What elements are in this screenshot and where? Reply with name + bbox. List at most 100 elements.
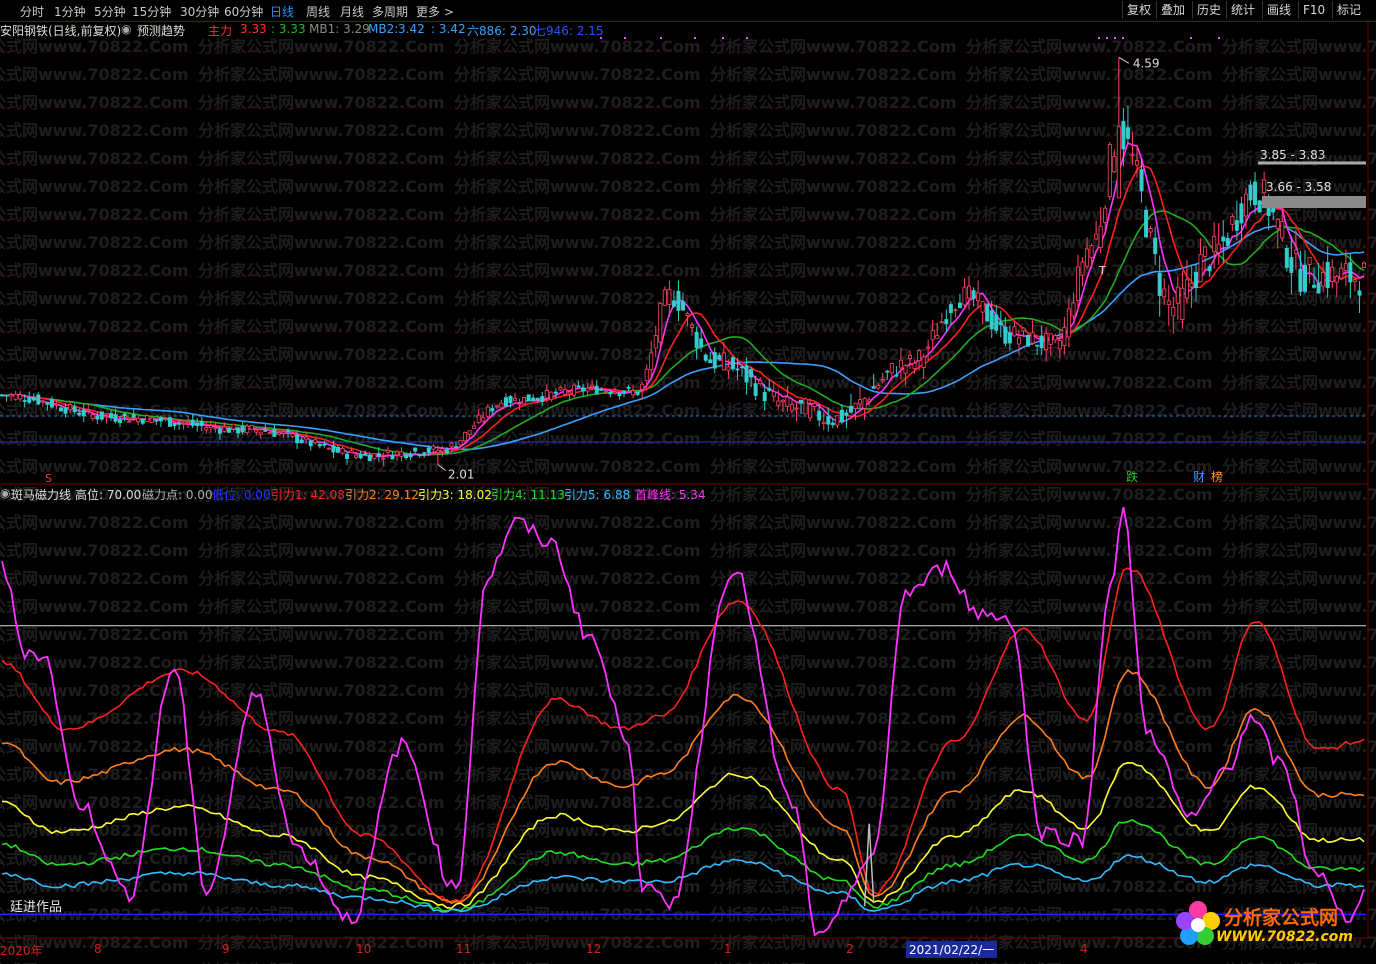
- candle-body: [9, 394, 14, 397]
- toolbar-button-3[interactable]: 统计: [1226, 1, 1259, 19]
- candle-body: [245, 425, 250, 434]
- svg-text:分析家公式网www.70822.Com: 分析家公式网www.70822.Com: [966, 121, 1213, 140]
- candle-body: [1075, 266, 1080, 301]
- svg-text:分析家公式网www.70822.Com: 分析家公式网www.70822.Com: [710, 289, 957, 308]
- svg-text:分析家公式网www.70822.Com: 分析家公式网www.70822.Com: [710, 261, 957, 280]
- svg-text:分析家公式网www.70822.Com: 分析家公式网www.70822.Com: [454, 681, 701, 700]
- candle-body: [562, 389, 567, 395]
- candle-body: [762, 392, 767, 402]
- svg-text:分析家公式网www.70822.Com: 分析家公式网www.70822.Com: [1222, 485, 1376, 504]
- candle-body: [1212, 235, 1217, 253]
- svg-text:分析家公式网www.70822.Com: 分析家公式网www.70822.Com: [198, 625, 445, 644]
- timeframe-7[interactable]: 周线: [306, 3, 330, 20]
- candle-body: [817, 410, 822, 421]
- timeframe-3[interactable]: 15分钟: [132, 3, 171, 20]
- time-axis: 2021/02/22/一 2020年 8 9 10 11 12 1 2 4: [0, 940, 1376, 960]
- svg-text:分析家公式网www.70822.Com: 分析家公式网www.70822.Com: [710, 681, 957, 700]
- candle-body: [1121, 121, 1126, 150]
- svg-text:分析家公式网www.70822.Com: 分析家公式网www.70822.Com: [710, 429, 957, 448]
- svg-text:分析家公式网www.70822.Com: 分析家公式网www.70822.Com: [710, 233, 957, 252]
- candle-body: [1103, 207, 1108, 223]
- candle-body: [1007, 332, 1012, 344]
- svg-text:分析家公式网www.70822.Com: 分析家公式网www.70822.Com: [0, 429, 189, 448]
- candle-body: [376, 453, 381, 456]
- candle-body: [408, 454, 413, 458]
- svg-text:分析家公式网www.70822.Com: 分析家公式网www.70822.Com: [0, 513, 189, 532]
- candle-body: [935, 335, 940, 339]
- candle-body: [213, 427, 218, 430]
- candle-body: [558, 386, 563, 391]
- candle-body: [1194, 271, 1199, 289]
- timeframe-5[interactable]: 60分钟: [224, 3, 263, 20]
- timeframe-6[interactable]: 日线: [270, 3, 294, 20]
- time-axis-label: 10: [356, 942, 372, 956]
- candle-body: [286, 430, 291, 432]
- osc-name: 斑马磁力线: [11, 488, 72, 502]
- candle-body: [494, 405, 499, 408]
- candle-body: [1239, 203, 1244, 224]
- cili-value: 磁力点: 0.00: [142, 488, 213, 502]
- svg-text:分析家公式网www.70822.Com: 分析家公式网www.70822.Com: [454, 429, 701, 448]
- candle-body: [635, 391, 640, 396]
- predict-check-icon[interactable]: ◉: [121, 22, 131, 36]
- candle-body: [1352, 279, 1357, 282]
- toolbar-button-6[interactable]: 标记: [1332, 1, 1365, 19]
- toolbar: 分时 1分钟 5分钟 15分钟 30分钟 60分钟 日线 周线 月线 多周期 更多 > 复权 叠加 历史统…: [0, 0, 1376, 22]
- toolbar-button-0[interactable]: 复权: [1122, 1, 1155, 19]
- toolbar-button-1[interactable]: 叠加: [1156, 1, 1189, 19]
- candle-body: [681, 301, 686, 311]
- candle-body: [217, 428, 222, 434]
- yl2-value: 引力2: 29.12: [345, 488, 419, 502]
- candle-body: [599, 389, 604, 391]
- candle-body: [1339, 267, 1344, 279]
- candle-body: [908, 354, 913, 359]
- tag-s: S: [45, 472, 52, 485]
- candle-body: [413, 447, 418, 452]
- svg-text:分析家公式网www.70822.Com: 分析家公式网www.70822.Com: [1222, 345, 1376, 364]
- svg-text:分析家公式网www.70822.Com: 分析家公式网www.70822.Com: [966, 765, 1213, 784]
- svg-text:分析家公式网www.70822.Com: 分析家公式网www.70822.Com: [454, 65, 701, 84]
- candle-body: [526, 394, 531, 402]
- svg-text:分析家公式网www.70822.Com: 分析家公式网www.70822.Com: [710, 317, 957, 336]
- toolbar-button-2[interactable]: 历史: [1192, 1, 1225, 19]
- svg-text:分析家公式网www.70822.Com: 分析家公式网www.70822.Com: [966, 485, 1213, 504]
- candle-body: [1280, 221, 1285, 239]
- candle-body: [136, 417, 141, 423]
- timeframe-10[interactable]: 更多 >: [416, 3, 454, 20]
- candle-body: [167, 417, 172, 427]
- signal-dot: [1122, 37, 1124, 39]
- candle-body: [272, 429, 277, 437]
- osc-check-icon[interactable]: ◉: [0, 486, 10, 500]
- candle-body: [1207, 266, 1212, 272]
- time-axis-label: 9: [222, 942, 230, 956]
- timeframe-1[interactable]: 1分钟: [54, 3, 86, 20]
- candle-body: [49, 399, 54, 408]
- svg-text:分析家公式网www.70822.Com: 分析家公式网www.70822.Com: [0, 681, 189, 700]
- candle-body: [522, 397, 527, 405]
- svg-text:分析家公式网www.70822.Com: 分析家公式网www.70822.Com: [966, 177, 1213, 196]
- candle-body: [18, 394, 23, 400]
- toolbar-button-5[interactable]: F10: [1298, 1, 1329, 19]
- predict-trend-toggle[interactable]: 预测趋势: [137, 22, 185, 39]
- candle-body: [22, 400, 27, 402]
- timeframe-8[interactable]: 月线: [340, 3, 364, 20]
- stock-chart[interactable]: 分析家公式网www.70822.Com 分析家公式网www.70822.Com 分析…: [0, 0, 1376, 964]
- author-credit: 廷进作品: [10, 900, 63, 915]
- timeframe-2[interactable]: 5分钟: [94, 3, 126, 20]
- candle-body: [335, 446, 340, 453]
- candle-body: [517, 403, 522, 406]
- candle-body: [712, 352, 717, 369]
- candle-body: [172, 422, 177, 427]
- candle-body: [249, 425, 254, 430]
- timeframe-0[interactable]: 分时: [20, 3, 44, 20]
- candle-body: [281, 431, 286, 434]
- candle-body: [612, 391, 617, 394]
- timeframe-4[interactable]: 30分钟: [180, 3, 219, 20]
- svg-text:分析家公式网www.70822.Com: 分析家公式网www.70822.Com: [1222, 765, 1376, 784]
- candle-body: [867, 399, 872, 402]
- candle-body: [894, 374, 899, 377]
- toolbar-button-4[interactable]: 画线: [1262, 1, 1295, 19]
- candle-body: [190, 419, 195, 426]
- timeframe-9[interactable]: 多周期: [372, 3, 408, 20]
- candle-body: [254, 429, 259, 433]
